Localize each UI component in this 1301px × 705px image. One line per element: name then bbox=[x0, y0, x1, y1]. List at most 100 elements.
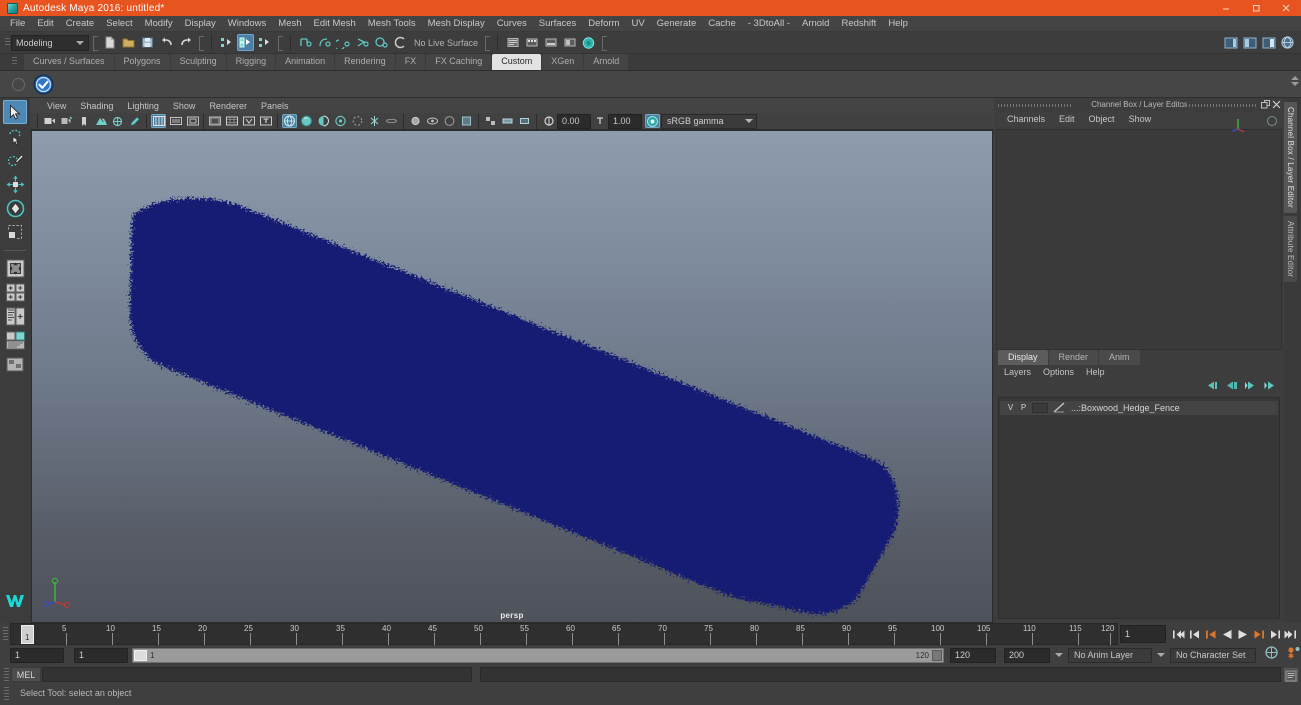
color-management-icon[interactable] bbox=[645, 114, 660, 128]
layer-tab-anim[interactable]: Anim bbox=[1099, 349, 1140, 365]
new-layer-from-selected-icon[interactable] bbox=[1224, 379, 1238, 395]
show-hide-tool-settings-icon[interactable] bbox=[1241, 34, 1258, 51]
channel-box-attribute-list[interactable] bbox=[996, 129, 1282, 350]
viewport-menu-renderer[interactable]: Renderer bbox=[202, 101, 254, 111]
motion-blur-icon[interactable] bbox=[384, 114, 399, 128]
layer-visibility-toggle[interactable]: V bbox=[1004, 403, 1017, 412]
select-by-component-icon[interactable] bbox=[256, 34, 273, 51]
shelf-tab-fx-caching[interactable]: FX Caching bbox=[426, 54, 492, 70]
menu-edit-mesh[interactable]: Edit Mesh bbox=[308, 17, 362, 30]
boxwood-hedge-fence-model[interactable] bbox=[32, 131, 992, 621]
show-hide-channel-box-icon[interactable] bbox=[1260, 34, 1277, 51]
snap-to-grid-icon[interactable] bbox=[297, 34, 314, 51]
shelf-tab-custom[interactable]: Custom bbox=[492, 54, 542, 70]
render-film-icon[interactable] bbox=[523, 34, 540, 51]
layer-menu-options[interactable]: Options bbox=[1037, 367, 1080, 377]
ipr-render-icon[interactable] bbox=[561, 34, 578, 51]
globe-settings-icon[interactable] bbox=[1279, 34, 1296, 51]
auto-keyframe-icon[interactable] bbox=[1264, 645, 1279, 665]
animation-preferences-icon[interactable] bbox=[1286, 645, 1301, 665]
channelbox-menu-object[interactable]: Object bbox=[1082, 114, 1122, 124]
menu-arnold[interactable]: Arnold bbox=[796, 17, 835, 30]
single-perspective-view-layout[interactable] bbox=[3, 280, 27, 304]
menu-curves[interactable]: Curves bbox=[491, 17, 533, 30]
layer-name[interactable]: ...:Boxwood_Hedge_Fence bbox=[1071, 403, 1180, 413]
render-settings-icon[interactable] bbox=[542, 34, 559, 51]
shelf-tab-sculpting[interactable]: Sculpting bbox=[170, 54, 226, 70]
select-by-hierarchy-icon[interactable] bbox=[218, 34, 235, 51]
layer-menu-help[interactable]: Help bbox=[1080, 367, 1111, 377]
viewport-menu-shading[interactable]: Shading bbox=[73, 101, 120, 111]
layer-playback-toggle[interactable]: P bbox=[1017, 403, 1030, 412]
viewport-menu-show[interactable]: Show bbox=[166, 101, 203, 111]
xray-icon[interactable] bbox=[425, 114, 440, 128]
redo-icon[interactable] bbox=[177, 34, 194, 51]
smooth-shade-all-icon[interactable] bbox=[299, 114, 314, 128]
ambient-occlusion-icon[interactable] bbox=[367, 114, 382, 128]
smooth-mesh-preview-icon[interactable] bbox=[483, 114, 498, 128]
select-camera-icon[interactable] bbox=[42, 114, 57, 128]
grid-icon[interactable] bbox=[151, 114, 166, 128]
exposure-field[interactable]: 0.00 bbox=[557, 113, 591, 129]
menu-windows[interactable]: Windows bbox=[222, 17, 273, 30]
help-line-grip[interactable] bbox=[2, 684, 11, 703]
go-to-start-icon[interactable] bbox=[1171, 625, 1186, 643]
channelbox-toggle-icon[interactable] bbox=[1266, 114, 1278, 132]
shelf-tab-rigging[interactable]: Rigging bbox=[226, 54, 276, 70]
lasso-select-tool[interactable] bbox=[3, 124, 27, 148]
shelf-tab-arnold[interactable]: Arnold bbox=[584, 54, 629, 70]
shelf-scroll-arrows[interactable] bbox=[1290, 71, 1299, 98]
step-forward-frame-icon[interactable] bbox=[1251, 625, 1266, 643]
anim-end-time-field[interactable]: 200 bbox=[1004, 647, 1050, 663]
range-slider-right-handle[interactable] bbox=[932, 649, 942, 661]
range-end-time-field[interactable]: 120 bbox=[950, 647, 996, 663]
script-editor-icon[interactable] bbox=[1284, 667, 1298, 682]
play-forwards-icon[interactable] bbox=[1235, 625, 1250, 643]
make-live-icon[interactable] bbox=[392, 34, 409, 51]
shelf-tab-rendering[interactable]: Rendering bbox=[335, 54, 395, 70]
last-tool-used[interactable] bbox=[3, 256, 27, 280]
time-slider-grip[interactable] bbox=[0, 623, 10, 645]
paint-select-tool[interactable] bbox=[3, 148, 27, 172]
viewport-menu-lighting[interactable]: Lighting bbox=[120, 101, 166, 111]
use-all-lights-icon[interactable] bbox=[333, 114, 348, 128]
close-icon[interactable] bbox=[1272, 100, 1281, 111]
select-objects-in-layer-icon[interactable] bbox=[1244, 379, 1258, 395]
range-slider-left-handle[interactable] bbox=[134, 649, 147, 661]
current-frame-field[interactable]: 1 bbox=[1120, 625, 1166, 643]
bookmark-icon[interactable] bbox=[76, 114, 91, 128]
two-dim-pan-zoom-icon[interactable] bbox=[110, 114, 125, 128]
persp-outliner-layout[interactable] bbox=[3, 328, 27, 352]
menu-uv[interactable]: UV bbox=[625, 17, 650, 30]
menu-modify[interactable]: Modify bbox=[139, 17, 179, 30]
field-chart-icon[interactable] bbox=[224, 114, 239, 128]
panel-drag-handle-left[interactable] bbox=[998, 104, 1073, 107]
shelf-tab-animation[interactable]: Animation bbox=[276, 54, 335, 70]
menu-mesh[interactable]: Mesh bbox=[272, 17, 307, 30]
undock-icon[interactable] bbox=[1261, 100, 1270, 111]
isolate-select-icon[interactable] bbox=[408, 114, 423, 128]
go-to-end-icon[interactable] bbox=[1283, 625, 1298, 643]
step-back-frame-icon[interactable] bbox=[1203, 625, 1218, 643]
layer-tab-display[interactable]: Display bbox=[998, 349, 1048, 365]
character-set-dropdown[interactable]: No Character Set bbox=[1170, 647, 1256, 663]
safe-action-icon[interactable] bbox=[241, 114, 256, 128]
command-language-button[interactable]: MEL bbox=[11, 667, 41, 682]
menu-deform[interactable]: Deform bbox=[582, 17, 625, 30]
resolution-gate-icon[interactable] bbox=[185, 114, 200, 128]
color-space-dropdown[interactable]: sRGB gamma bbox=[661, 113, 757, 129]
command-input[interactable] bbox=[42, 667, 472, 682]
chevron-down-icon-2[interactable] bbox=[1157, 653, 1165, 657]
sub-division-preview-icon[interactable] bbox=[500, 114, 515, 128]
grease-pencil-icon[interactable] bbox=[127, 114, 142, 128]
select-by-object-icon[interactable] bbox=[237, 34, 254, 51]
layer-color-swatch[interactable] bbox=[1052, 402, 1068, 413]
statusline-grip[interactable] bbox=[3, 34, 11, 51]
layer-state-box[interactable] bbox=[1032, 402, 1048, 413]
hypershade-icon[interactable] bbox=[580, 34, 597, 51]
viewport-menu-panels[interactable]: Panels bbox=[254, 101, 296, 111]
checkmark-shield-icon[interactable] bbox=[32, 73, 54, 95]
add-selected-objects-icon[interactable] bbox=[1264, 379, 1278, 395]
play-backwards-icon[interactable] bbox=[1219, 625, 1234, 643]
channelbox-menu-show[interactable]: Show bbox=[1122, 114, 1159, 124]
